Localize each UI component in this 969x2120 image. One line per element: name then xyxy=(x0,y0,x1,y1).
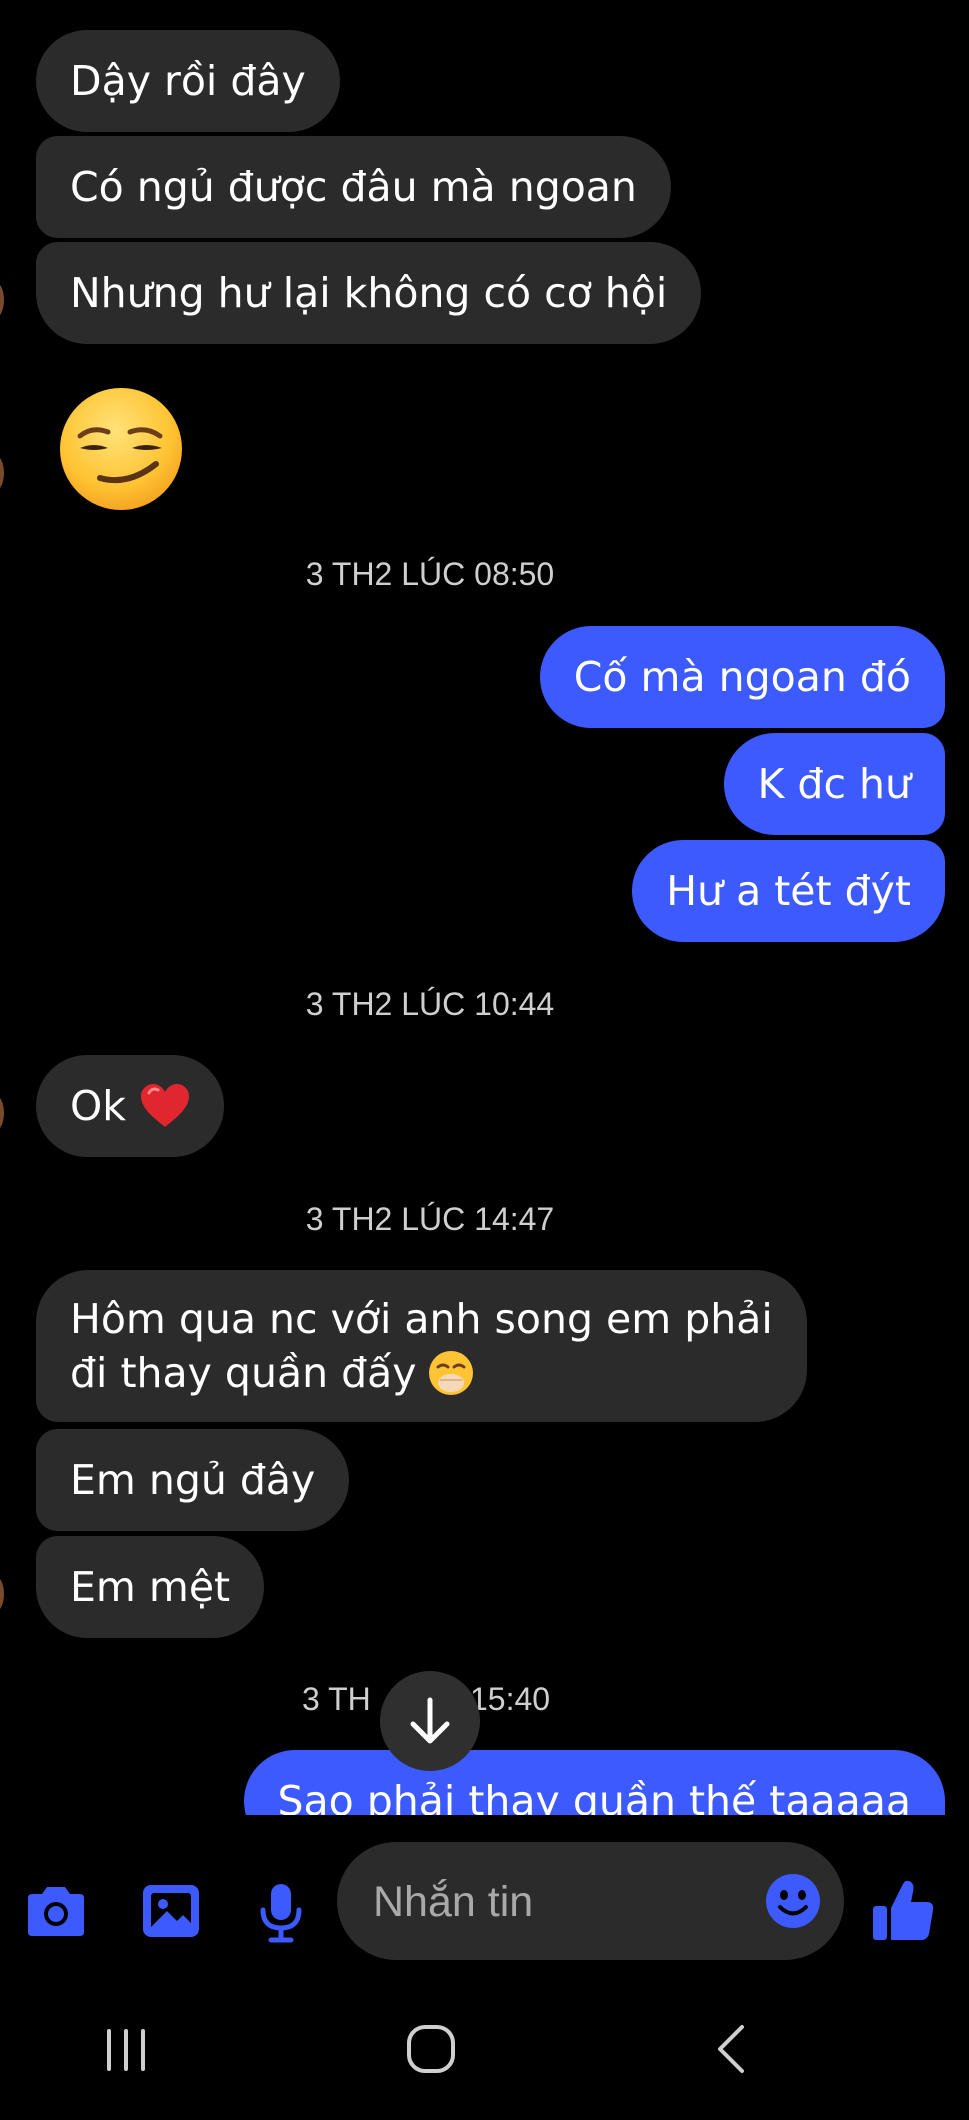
recent-apps-button[interactable] xyxy=(96,2020,156,2080)
smirking-face-emoji[interactable] xyxy=(58,386,184,512)
emoji-button[interactable] xyxy=(762,1870,824,1932)
red-heart-emoji xyxy=(141,1084,190,1127)
timestamp: 15:40 xyxy=(470,1681,551,1717)
incoming-message[interactable]: Nhưng hư lại không có cơ hội xyxy=(36,242,702,344)
gallery-button[interactable] xyxy=(133,1873,209,1949)
timestamp: 3 TH2 LÚC 10:44 xyxy=(305,986,555,1022)
system-navigation-bar xyxy=(0,1990,969,2120)
microphone-button[interactable] xyxy=(248,1871,314,1955)
thumbs-up-icon xyxy=(873,1880,934,1940)
avatar[interactable] xyxy=(0,455,4,491)
message-text: Sao phải thay quần thế taaaaa xyxy=(277,1777,911,1815)
message-text: K đc hư xyxy=(757,760,912,808)
incoming-message[interactable]: Có ngủ được đâu mà ngoan xyxy=(36,136,671,238)
outgoing-message[interactable]: Hư a tét đýt xyxy=(632,840,945,942)
outgoing-message[interactable]: Cố mà ngoan đó xyxy=(539,626,945,728)
avatar[interactable] xyxy=(0,1095,4,1131)
avatar[interactable] xyxy=(0,282,4,318)
incoming-message[interactable]: Em mệt xyxy=(36,1536,265,1638)
back-button[interactable] xyxy=(700,2014,760,2084)
incoming-message[interactable]: Ok xyxy=(36,1055,225,1157)
message-text: đi thay quần đấy xyxy=(70,1349,417,1397)
timestamp: 3 TH xyxy=(302,1681,371,1717)
outgoing-message[interactable]: Sao phải thay quần thế taaaaa xyxy=(243,1750,945,1815)
recent-apps-icon xyxy=(107,2029,145,2071)
message-input-container xyxy=(337,1842,844,1962)
home-button[interactable] xyxy=(396,2014,466,2084)
composer-bar xyxy=(0,1815,969,1990)
message-list[interactable]: Dậy rồi đây Có ngủ được đâu mà ngoan Như… xyxy=(0,0,969,1815)
like-button[interactable] xyxy=(866,1871,940,1951)
arrow-down-icon xyxy=(410,1697,450,1744)
camera-button[interactable] xyxy=(20,1875,92,1947)
camera-icon xyxy=(28,1887,84,1936)
home-icon xyxy=(407,2025,455,2073)
timestamp: 3 TH2 LÚC 08:50 xyxy=(305,556,555,592)
incoming-message[interactable]: Em ngủ đây xyxy=(36,1429,350,1531)
microphone-icon xyxy=(260,1884,302,1943)
message-text: Hư a tét đýt xyxy=(666,867,911,915)
face-with-hand-over-mouth-emoji xyxy=(428,1351,473,1395)
avatar[interactable] xyxy=(0,1576,4,1612)
message-text: Có ngủ được đâu mà ngoan xyxy=(70,163,637,211)
message-text: Em mệt xyxy=(70,1563,231,1611)
scroll-to-bottom-button[interactable] xyxy=(380,1671,480,1771)
outgoing-message[interactable]: K đc hư xyxy=(723,733,945,835)
message-text: Hôm qua nc với anh song em phải xyxy=(70,1295,773,1343)
message-text: Em ngủ đây xyxy=(70,1456,316,1504)
emoji-icon xyxy=(766,1874,820,1928)
timestamp: 3 TH2 LÚC 14:47 xyxy=(305,1201,555,1237)
back-icon xyxy=(718,2025,744,2073)
incoming-message[interactable]: Dậy rồi đây xyxy=(36,30,340,132)
message-text: Dậy rồi đây xyxy=(70,57,306,105)
incoming-message[interactable]: Hôm qua nc với anh song em phải đi thay … xyxy=(36,1270,807,1422)
gallery-icon xyxy=(143,1885,199,1937)
message-input[interactable] xyxy=(371,1842,755,1962)
message-text: Cố mà ngoan đó xyxy=(573,653,911,701)
message-text: Nhưng hư lại không có cơ hội xyxy=(70,269,668,317)
message-text: Ok xyxy=(70,1082,127,1130)
